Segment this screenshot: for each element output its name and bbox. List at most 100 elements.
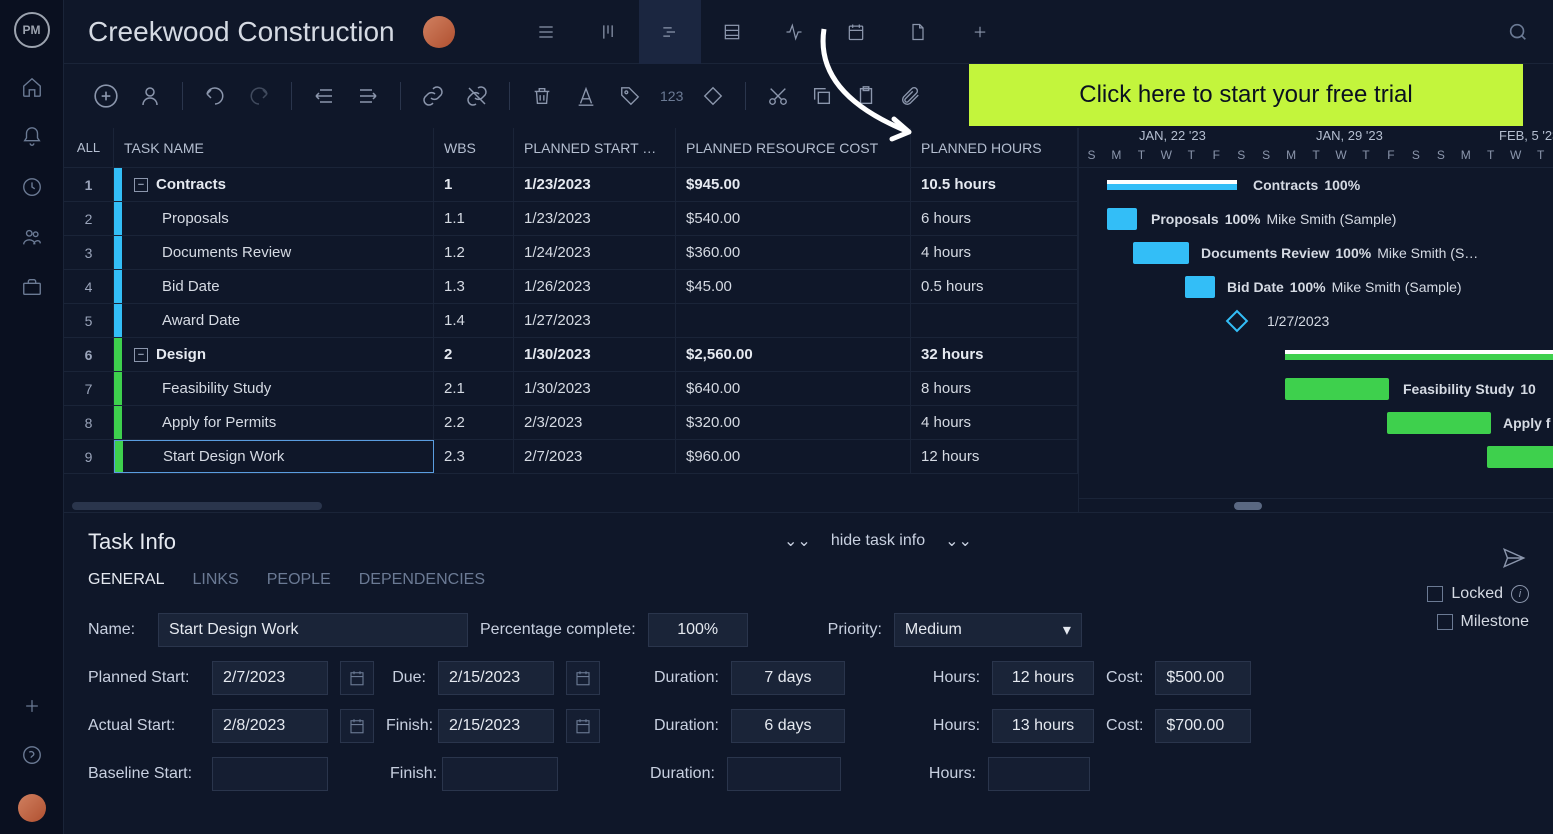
tab-people[interactable]: PEOPLE	[267, 571, 331, 589]
cell-name[interactable]: Apply for Permits	[114, 406, 434, 439]
undo-icon[interactable]	[197, 78, 233, 114]
clock-icon[interactable]	[21, 176, 43, 198]
planned-start-input[interactable]	[212, 661, 328, 695]
hours-input-2[interactable]	[992, 709, 1094, 743]
chevron-down-icon: ⌄⌄	[784, 531, 811, 551]
cost-input[interactable]	[1155, 661, 1251, 695]
info-icon[interactable]: i	[1511, 585, 1529, 603]
people-icon[interactable]	[21, 226, 43, 248]
table-row[interactable]: 8Apply for Permits2.22/3/2023$320.004 ho…	[64, 406, 1078, 440]
cta-banner[interactable]: Click here to start your free trial	[969, 64, 1523, 126]
baseline-duration-input[interactable]	[727, 757, 841, 791]
table-row[interactable]: 4Bid Date1.31/26/2023$45.000.5 hours	[64, 270, 1078, 304]
table-row[interactable]: 9Start Design Work2.32/7/2023$960.0012 h…	[64, 440, 1078, 474]
attachment-icon[interactable]	[892, 78, 928, 114]
gantt-body[interactable]: Contracts100% Proposals100%Mike Smith (S…	[1079, 168, 1553, 498]
due-input[interactable]	[438, 661, 554, 695]
col-id[interactable]: ALL	[64, 128, 114, 167]
tab-links[interactable]: LINKS	[192, 571, 238, 589]
calendar-icon[interactable]	[566, 661, 600, 695]
milestone-checkbox[interactable]: Milestone	[1427, 613, 1529, 631]
view-file-icon[interactable]	[887, 0, 949, 64]
view-sheet-icon[interactable]	[701, 0, 763, 64]
day-header-cell: W	[1329, 148, 1354, 167]
assign-icon[interactable]	[132, 78, 168, 114]
tag-icon[interactable]	[612, 78, 648, 114]
view-add-icon[interactable]	[949, 0, 1011, 64]
help-icon[interactable]	[21, 744, 43, 766]
locked-checkbox[interactable]: Locked i	[1427, 585, 1529, 603]
tab-dependencies[interactable]: DEPENDENCIES	[359, 571, 485, 589]
cell-planned-hours	[911, 304, 1078, 337]
baseline-start-input[interactable]	[212, 757, 328, 791]
app-logo[interactable]: PM	[14, 12, 50, 48]
send-icon[interactable]	[1501, 545, 1527, 571]
table-row[interactable]: 6−Design21/30/2023$2,560.0032 hours	[64, 338, 1078, 372]
view-calendar-icon[interactable]	[825, 0, 887, 64]
duration-input-2[interactable]	[731, 709, 845, 743]
redo-icon[interactable]	[241, 78, 277, 114]
unlink-icon[interactable]	[459, 78, 495, 114]
priority-select[interactable]: Medium ▾	[894, 613, 1082, 647]
cell-name[interactable]: Bid Date	[114, 270, 434, 303]
col-planned-hours[interactable]: PLANNED HOURS	[911, 128, 1078, 167]
copy-icon[interactable]	[804, 78, 840, 114]
cell-planned-hours: 4 hours	[911, 406, 1078, 439]
view-activity-icon[interactable]	[763, 0, 825, 64]
tab-general[interactable]: GENERAL	[88, 571, 164, 589]
plus-icon[interactable]	[22, 696, 42, 716]
calendar-icon[interactable]	[340, 661, 374, 695]
bell-icon[interactable]	[21, 126, 43, 148]
calendar-icon[interactable]	[566, 709, 600, 743]
pct-input[interactable]	[648, 613, 748, 647]
outdent-icon[interactable]	[306, 78, 342, 114]
collapse-icon[interactable]: −	[134, 348, 148, 362]
col-wbs[interactable]: WBS	[434, 128, 514, 167]
indent-icon[interactable]	[350, 78, 386, 114]
label-due: Due:	[386, 669, 426, 687]
delete-icon[interactable]	[524, 78, 560, 114]
table-row[interactable]: 3Documents Review1.21/24/2023$360.004 ho…	[64, 236, 1078, 270]
calendar-icon[interactable]	[340, 709, 374, 743]
cell-name[interactable]: Proposals	[114, 202, 434, 235]
finish-input[interactable]	[438, 709, 554, 743]
table-row[interactable]: 1−Contracts11/23/2023$945.0010.5 hours	[64, 168, 1078, 202]
view-board-icon[interactable]	[577, 0, 639, 64]
project-avatar[interactable]	[423, 16, 455, 48]
hours-input[interactable]	[992, 661, 1094, 695]
home-icon[interactable]	[21, 76, 43, 98]
table-row[interactable]: 5Award Date1.41/27/2023	[64, 304, 1078, 338]
col-name[interactable]: TASK NAME	[114, 128, 434, 167]
search-icon[interactable]	[1507, 21, 1529, 43]
col-resource-cost[interactable]: PLANNED RESOURCE COST	[676, 128, 911, 167]
col-planned-start[interactable]: PLANNED START …	[514, 128, 676, 167]
add-circle-icon[interactable]	[88, 78, 124, 114]
baseline-finish-input[interactable]	[442, 757, 558, 791]
baseline-hours-input[interactable]	[988, 757, 1090, 791]
cell-name[interactable]: Documents Review	[114, 236, 434, 269]
hide-task-info-button[interactable]: ⌄⌄ hide task info ⌄⌄	[784, 531, 972, 551]
name-input[interactable]	[158, 613, 468, 647]
paste-icon[interactable]	[848, 78, 884, 114]
briefcase-icon[interactable]	[21, 276, 43, 298]
table-scrollbar[interactable]	[64, 500, 1078, 512]
table-row[interactable]: 2Proposals1.11/23/2023$540.006 hours	[64, 202, 1078, 236]
cell-name[interactable]: Feasibility Study	[114, 372, 434, 405]
gantt-scrollbar[interactable]	[1079, 498, 1553, 512]
collapse-icon[interactable]: −	[134, 178, 148, 192]
duration-input[interactable]	[731, 661, 845, 695]
view-list-icon[interactable]	[515, 0, 577, 64]
cell-name[interactable]: Award Date	[114, 304, 434, 337]
table-row[interactable]: 7Feasibility Study2.11/30/2023$640.008 h…	[64, 372, 1078, 406]
cell-name[interactable]: −Design	[114, 338, 434, 371]
milestone-diamond-icon[interactable]	[695, 78, 731, 114]
cell-name[interactable]: −Contracts	[114, 168, 434, 201]
user-avatar[interactable]	[18, 794, 46, 822]
cost-input-2[interactable]	[1155, 709, 1251, 743]
font-icon[interactable]	[568, 78, 604, 114]
cell-name[interactable]: Start Design Work	[114, 440, 434, 473]
link-icon[interactable]	[415, 78, 451, 114]
view-gantt-icon[interactable]	[639, 0, 701, 64]
cut-icon[interactable]	[760, 78, 796, 114]
actual-start-input[interactable]	[212, 709, 328, 743]
